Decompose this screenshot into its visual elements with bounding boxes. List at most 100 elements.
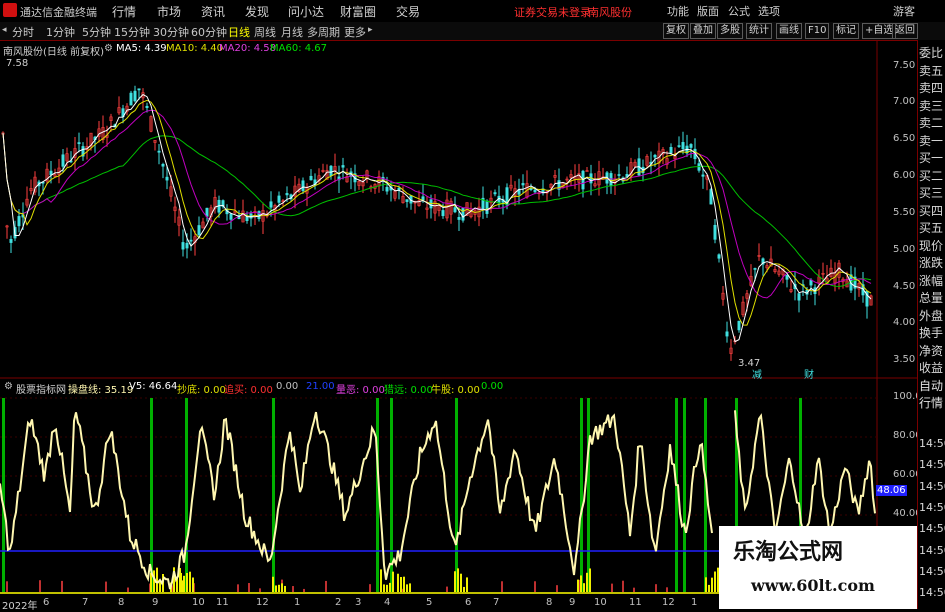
period-tab-weekly[interactable]: 周线: [254, 24, 276, 40]
event-mark-reduce[interactable]: 减: [752, 366, 762, 381]
signal-bar: [589, 568, 591, 593]
side-panel-item: 买三: [919, 186, 944, 200]
menu-discover[interactable]: 发现: [245, 3, 269, 20]
back-button[interactable]: 返回: [892, 23, 918, 39]
settings-gear-icon[interactable]: ⚙: [104, 43, 113, 54]
indicator-name[interactable]: 股票指标网: [16, 381, 66, 396]
candle-body: [533, 189, 537, 193]
candle-body: [441, 210, 445, 217]
signal-bar: [409, 583, 411, 593]
adjust-button[interactable]: 复权: [663, 23, 689, 39]
signal-bar: [248, 583, 250, 593]
signal-bar: [369, 584, 371, 593]
side-panel-item: 卖四: [919, 81, 944, 95]
chart-canvas[interactable]: [0, 40, 917, 609]
indicator-current-value: 48.06: [876, 485, 907, 496]
menu-layout[interactable]: 版面: [697, 3, 719, 19]
side-time-item: 14:50: [919, 479, 945, 493]
signal-bar: [711, 577, 713, 593]
signal-bar: [454, 571, 456, 593]
signal-bar: [577, 579, 579, 593]
signal-bar: [237, 584, 239, 593]
side-panel-item[interactable]: 行情: [919, 396, 945, 410]
indicator-gridlines: [0, 397, 877, 516]
stock-label: 南风股份(日线 前复权): [3, 47, 104, 58]
signal-bar: [105, 581, 107, 593]
signal-bar: [460, 573, 462, 593]
date-axis-label: 8: [118, 597, 125, 608]
chevron-left-icon[interactable]: ◂: [2, 25, 7, 35]
side-panel-item[interactable]: 自动: [919, 379, 945, 393]
draw-line-button[interactable]: 画线: [776, 23, 802, 39]
signal-bar: [403, 576, 405, 593]
ma10-line: [2, 99, 872, 326]
candle-body: [197, 225, 201, 236]
menu-function[interactable]: 功能: [667, 3, 689, 19]
mark-button[interactable]: 标记: [833, 23, 859, 39]
menu-options[interactable]: 选项: [758, 3, 780, 19]
user-guest[interactable]: 游客: [893, 3, 915, 19]
date-axis-label: 5: [426, 597, 433, 608]
indicator-value-2: V5: 46.64: [129, 381, 178, 392]
menu-trade[interactable]: 交易: [396, 3, 420, 20]
price-axis-label: 4.00: [893, 317, 916, 328]
indicator-value-4: 追买: 0.00: [224, 385, 273, 396]
multi-stock-button[interactable]: 多股: [717, 23, 743, 39]
side-panel-item: 买四: [919, 203, 944, 218]
indicator-value-9: 牛股: 0.00: [431, 385, 480, 396]
candle-body: [229, 213, 233, 220]
candle-body: [9, 239, 13, 243]
indicator-value-7: 量恶: 0.00: [336, 385, 385, 396]
side-panel-item: 卖二: [919, 116, 944, 130]
indicator-value-8: 猎远: 0.00: [384, 385, 433, 396]
f10-button[interactable]: F10: [805, 23, 830, 39]
period-tab-more[interactable]: 更多: [344, 24, 366, 40]
menu-ask[interactable]: 问小达: [288, 3, 324, 20]
side-panel-item: 卖一: [919, 133, 944, 148]
period-tab-daily[interactable]: 日线: [228, 24, 250, 40]
period-tab-multi[interactable]: 多周期: [307, 24, 340, 40]
signal-bar: [683, 398, 686, 593]
overlay-button[interactable]: 叠加: [690, 23, 716, 39]
date-axis-label: 1: [691, 597, 698, 608]
candle-body: [145, 105, 149, 109]
side-panel-item: 卖五: [919, 63, 944, 78]
chevron-right-icon[interactable]: ▸: [368, 25, 373, 35]
date-axis-label: 1: [294, 597, 301, 608]
candlestick-series: [1, 85, 873, 361]
menu-news[interactable]: 资讯: [201, 3, 225, 20]
candle-body: [809, 279, 813, 286]
statistics-button[interactable]: 统计: [746, 23, 772, 39]
login-warning[interactable]: 证券交易未登录: [514, 4, 591, 20]
menu-formula[interactable]: 公式: [728, 3, 750, 19]
signal-bar: [180, 572, 182, 593]
indicator-gear-icon[interactable]: ⚙: [4, 381, 13, 392]
price-axis-label: 5.50: [893, 207, 916, 218]
side-time-item: 14:50: [919, 586, 945, 600]
period-tab-1min[interactable]: 1分钟: [46, 24, 75, 40]
candle-body: [521, 183, 525, 186]
signal-bar: [386, 584, 388, 593]
period-tab-60min[interactable]: 60分钟: [191, 24, 227, 40]
candle-body: [421, 196, 425, 201]
date-axis-label: 2: [335, 597, 342, 608]
menu-quotes[interactable]: 行情: [112, 3, 136, 20]
candle-body: [129, 92, 133, 106]
signal-bar: [272, 576, 274, 593]
side-panel-item: 涨幅: [919, 273, 944, 288]
menu-wealth[interactable]: 财富圈: [340, 3, 376, 20]
date-axis-label: 10: [192, 597, 205, 608]
candle-body: [301, 180, 305, 192]
side-time-item: 14:50: [919, 522, 945, 536]
period-tab-5min[interactable]: 5分钟: [82, 24, 111, 40]
menu-market[interactable]: 市场: [157, 3, 181, 20]
period-tab-15min[interactable]: 15分钟: [114, 24, 150, 40]
side-time-item: 14:50: [919, 500, 945, 514]
event-mark-finance[interactable]: 财: [804, 366, 814, 381]
signal-bar: [278, 584, 280, 593]
current-stock-name: 南风股份: [588, 6, 632, 19]
period-tab-timeshare[interactable]: 分时: [12, 24, 34, 40]
period-tab-monthly[interactable]: 月线: [281, 24, 303, 40]
period-tab-30min[interactable]: 30分钟: [153, 24, 189, 40]
high-price-mark: 7.58: [6, 58, 29, 69]
